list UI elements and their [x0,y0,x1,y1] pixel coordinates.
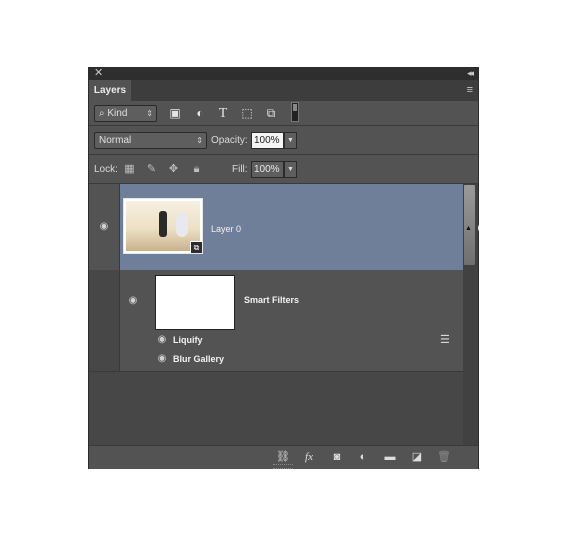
new-layer-icon[interactable]: ◪ [409,450,425,465]
collapse-panel-icon[interactable]: ◂◂ [467,67,474,80]
panel-titlebar: ✕ ◂◂ [89,67,478,80]
tab-layers[interactable]: Layers [89,80,131,101]
shape-filter-icon[interactable]: ⬚ [239,106,255,121]
filter-kind-label: Kind [107,108,128,119]
opacity-dropdown-icon[interactable]: ▼ [284,132,297,149]
lock-position-icon[interactable]: ✥ [167,163,180,176]
filter-kind-select[interactable]: ⌕ Kind ⇕ [94,105,157,122]
eye-icon[interactable]: ◉ [97,222,111,232]
scrollbar-thumb[interactable]: ▲ [464,185,475,265]
filter-toggle[interactable] [291,102,299,122]
blend-mode-select[interactable]: Normal ⇕ [94,132,207,149]
select-arrows-icon: ⇕ [196,136,203,145]
filter-blending-options-icon[interactable]: ☰ [440,335,450,346]
scroll-up-arrow-icon: ▲ [465,225,472,232]
photo-thumbnail [126,201,200,251]
new-group-icon[interactable]: ▬ [382,450,398,465]
lock-row: Lock: ▦ ✎ ✥ 🔒︎ Fill: 100% ▼ [89,155,478,184]
delete-layer-icon[interactable]: 🗑︎ [436,450,452,465]
blend-mode-value: Normal [99,135,132,146]
smart-object-badge-icon: ⧉ [190,241,202,253]
filter-row: ⌕ Kind ⇕ ▣ ◐ T ⬚ ⧉ [89,101,478,126]
layer-name[interactable]: Layer 0 [211,223,241,235]
select-arrows-icon: ⇕ [146,109,153,118]
filter-item-liquify[interactable]: Liquify [173,334,203,346]
photo-figure [176,213,188,237]
link-layers-icon[interactable]: ⛓︎ [275,450,291,465]
lock-image-pixels-icon[interactable]: ✎ [145,163,158,176]
opacity-label: Opacity: [211,135,248,146]
search-icon: ⌕ [99,108,105,119]
filter-item-blur-gallery[interactable]: Blur Gallery [173,353,224,365]
type-filter-icon[interactable]: T [215,106,231,121]
layer-thumbnail: ⧉ [123,198,203,254]
blend-row: Normal ⇕ Opacity: 100% ▼ [89,126,478,155]
smart-object-filter-icon[interactable]: ⧉ [263,106,279,121]
fx-icon[interactable]: fx [301,450,317,465]
smart-filters-label: Smart Filters [244,295,300,305]
eye-icon[interactable]: ◉ [126,296,140,306]
adjustment-filter-icon[interactable]: ◐ [192,106,208,121]
fill-input[interactable]: 100% [251,161,284,178]
panel-menu-icon[interactable]: ≡ [467,84,473,96]
eye-icon[interactable]: ◉ [155,354,169,364]
layers-list: ◉ ⧉ Layer 0 ◉ Smart Filters ◉ Liquify ☰ … [89,184,479,445]
layer-row-selected[interactable]: ⧉ Layer 0 [120,184,479,270]
smart-filter-mask-thumbnail[interactable] [155,275,235,330]
lock-transparent-pixels-icon[interactable]: ▦ [123,163,136,176]
add-mask-icon[interactable]: ◙ [329,450,345,465]
fill-dropdown-icon[interactable]: ▼ [284,161,297,178]
visibility-column: ◉ [89,184,119,270]
layers-panel: ✕ ◂◂ Layers ≡ ⌕ Kind ⇕ ▣ ◐ T ⬚ ⧉ Normal … [88,67,479,469]
photo-figure [159,211,167,237]
lock-label: Lock: [94,164,118,175]
layers-footer: ⛓︎ fx ◙ ◐ ▬ ◪ 🗑︎ [89,445,478,469]
divider [89,371,463,372]
scrollbar[interactable]: ▲ [463,184,478,445]
new-adjustment-icon[interactable]: ◐ [355,450,371,465]
eye-icon[interactable]: ◉ [155,335,169,345]
panel-tabbar: Layers ≡ [89,80,478,101]
smart-filters-group: ◉ Smart Filters ◉ Liquify ☰ ◉ Blur Galle… [120,270,463,371]
close-panel-icon[interactable]: ✕ [94,67,103,80]
image-filter-icon[interactable]: ▣ [167,106,183,121]
opacity-input[interactable]: 100% [251,132,284,149]
resize-grip[interactable] [273,464,293,469]
fill-label: Fill: [232,164,248,175]
lock-all-icon[interactable]: 🔒︎ [190,163,203,176]
